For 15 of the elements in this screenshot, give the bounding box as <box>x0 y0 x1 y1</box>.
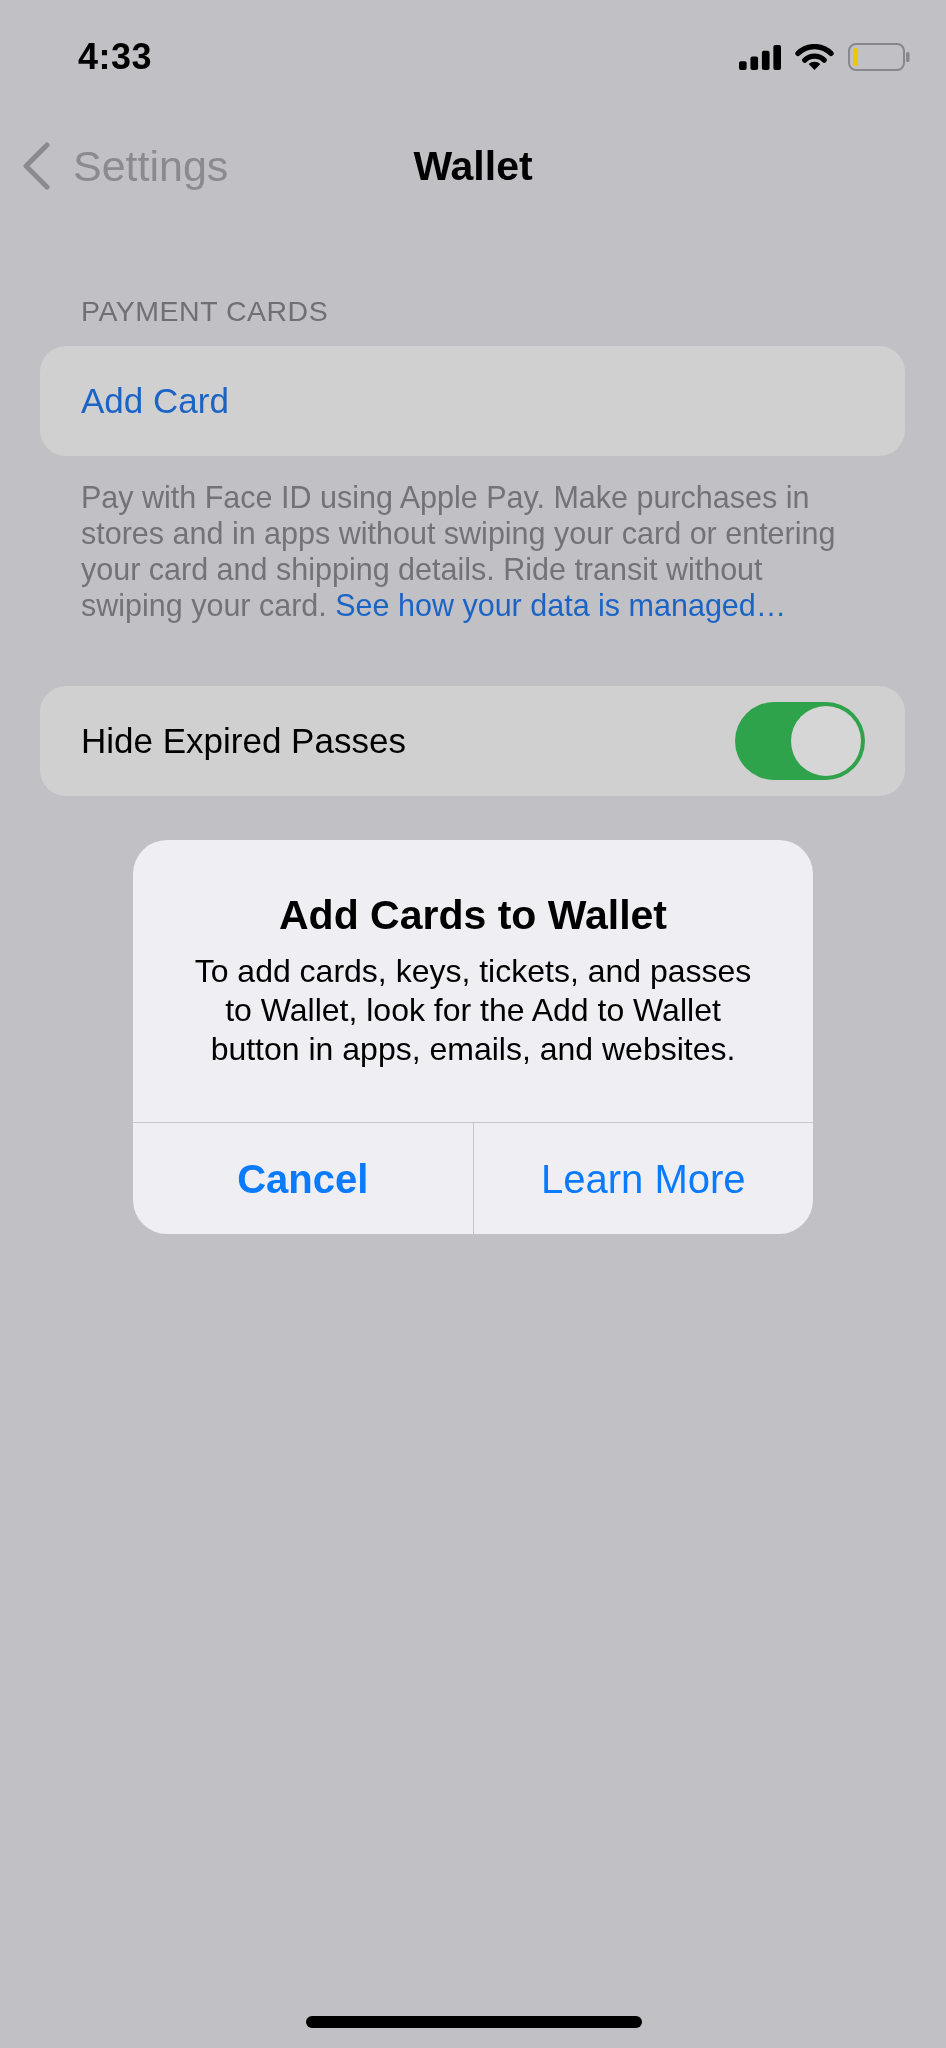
alert-message: To add cards, keys, tickets, and passes to Wallet, look for the Add to Wallet button in apps, emails, and websites. <box>193 952 753 1069</box>
footer-text: Pay with Face ID using Apple Pay. Make purchases in stores and in apps without swiping your card or entering your card and shipping details. Ride transit without swiping your card. See how your data is managed… <box>81 479 837 623</box>
status-time: 4:33 <box>78 39 153 75</box>
setting-label: Hide Expired Passes <box>81 719 406 762</box>
alert-action-button[interactable]: Learn More <box>472 1123 813 1234</box>
back-chevron-icon <box>22 142 51 190</box>
section-header: PAYMENT CARDS <box>81 295 330 328</box>
data-privacy-link[interactable]: See how your data is managed… <box>335 588 787 622</box>
wifi-icon <box>795 43 834 71</box>
signal-icon <box>739 44 781 70</box>
add-card-button[interactable]: Add Card <box>40 346 905 456</box>
nav-title: Wallet <box>413 145 533 187</box>
battery-icon <box>848 43 910 71</box>
cancel-button[interactable]: Cancel <box>133 1123 473 1234</box>
alert-title: Add Cards to Wallet <box>278 891 668 940</box>
